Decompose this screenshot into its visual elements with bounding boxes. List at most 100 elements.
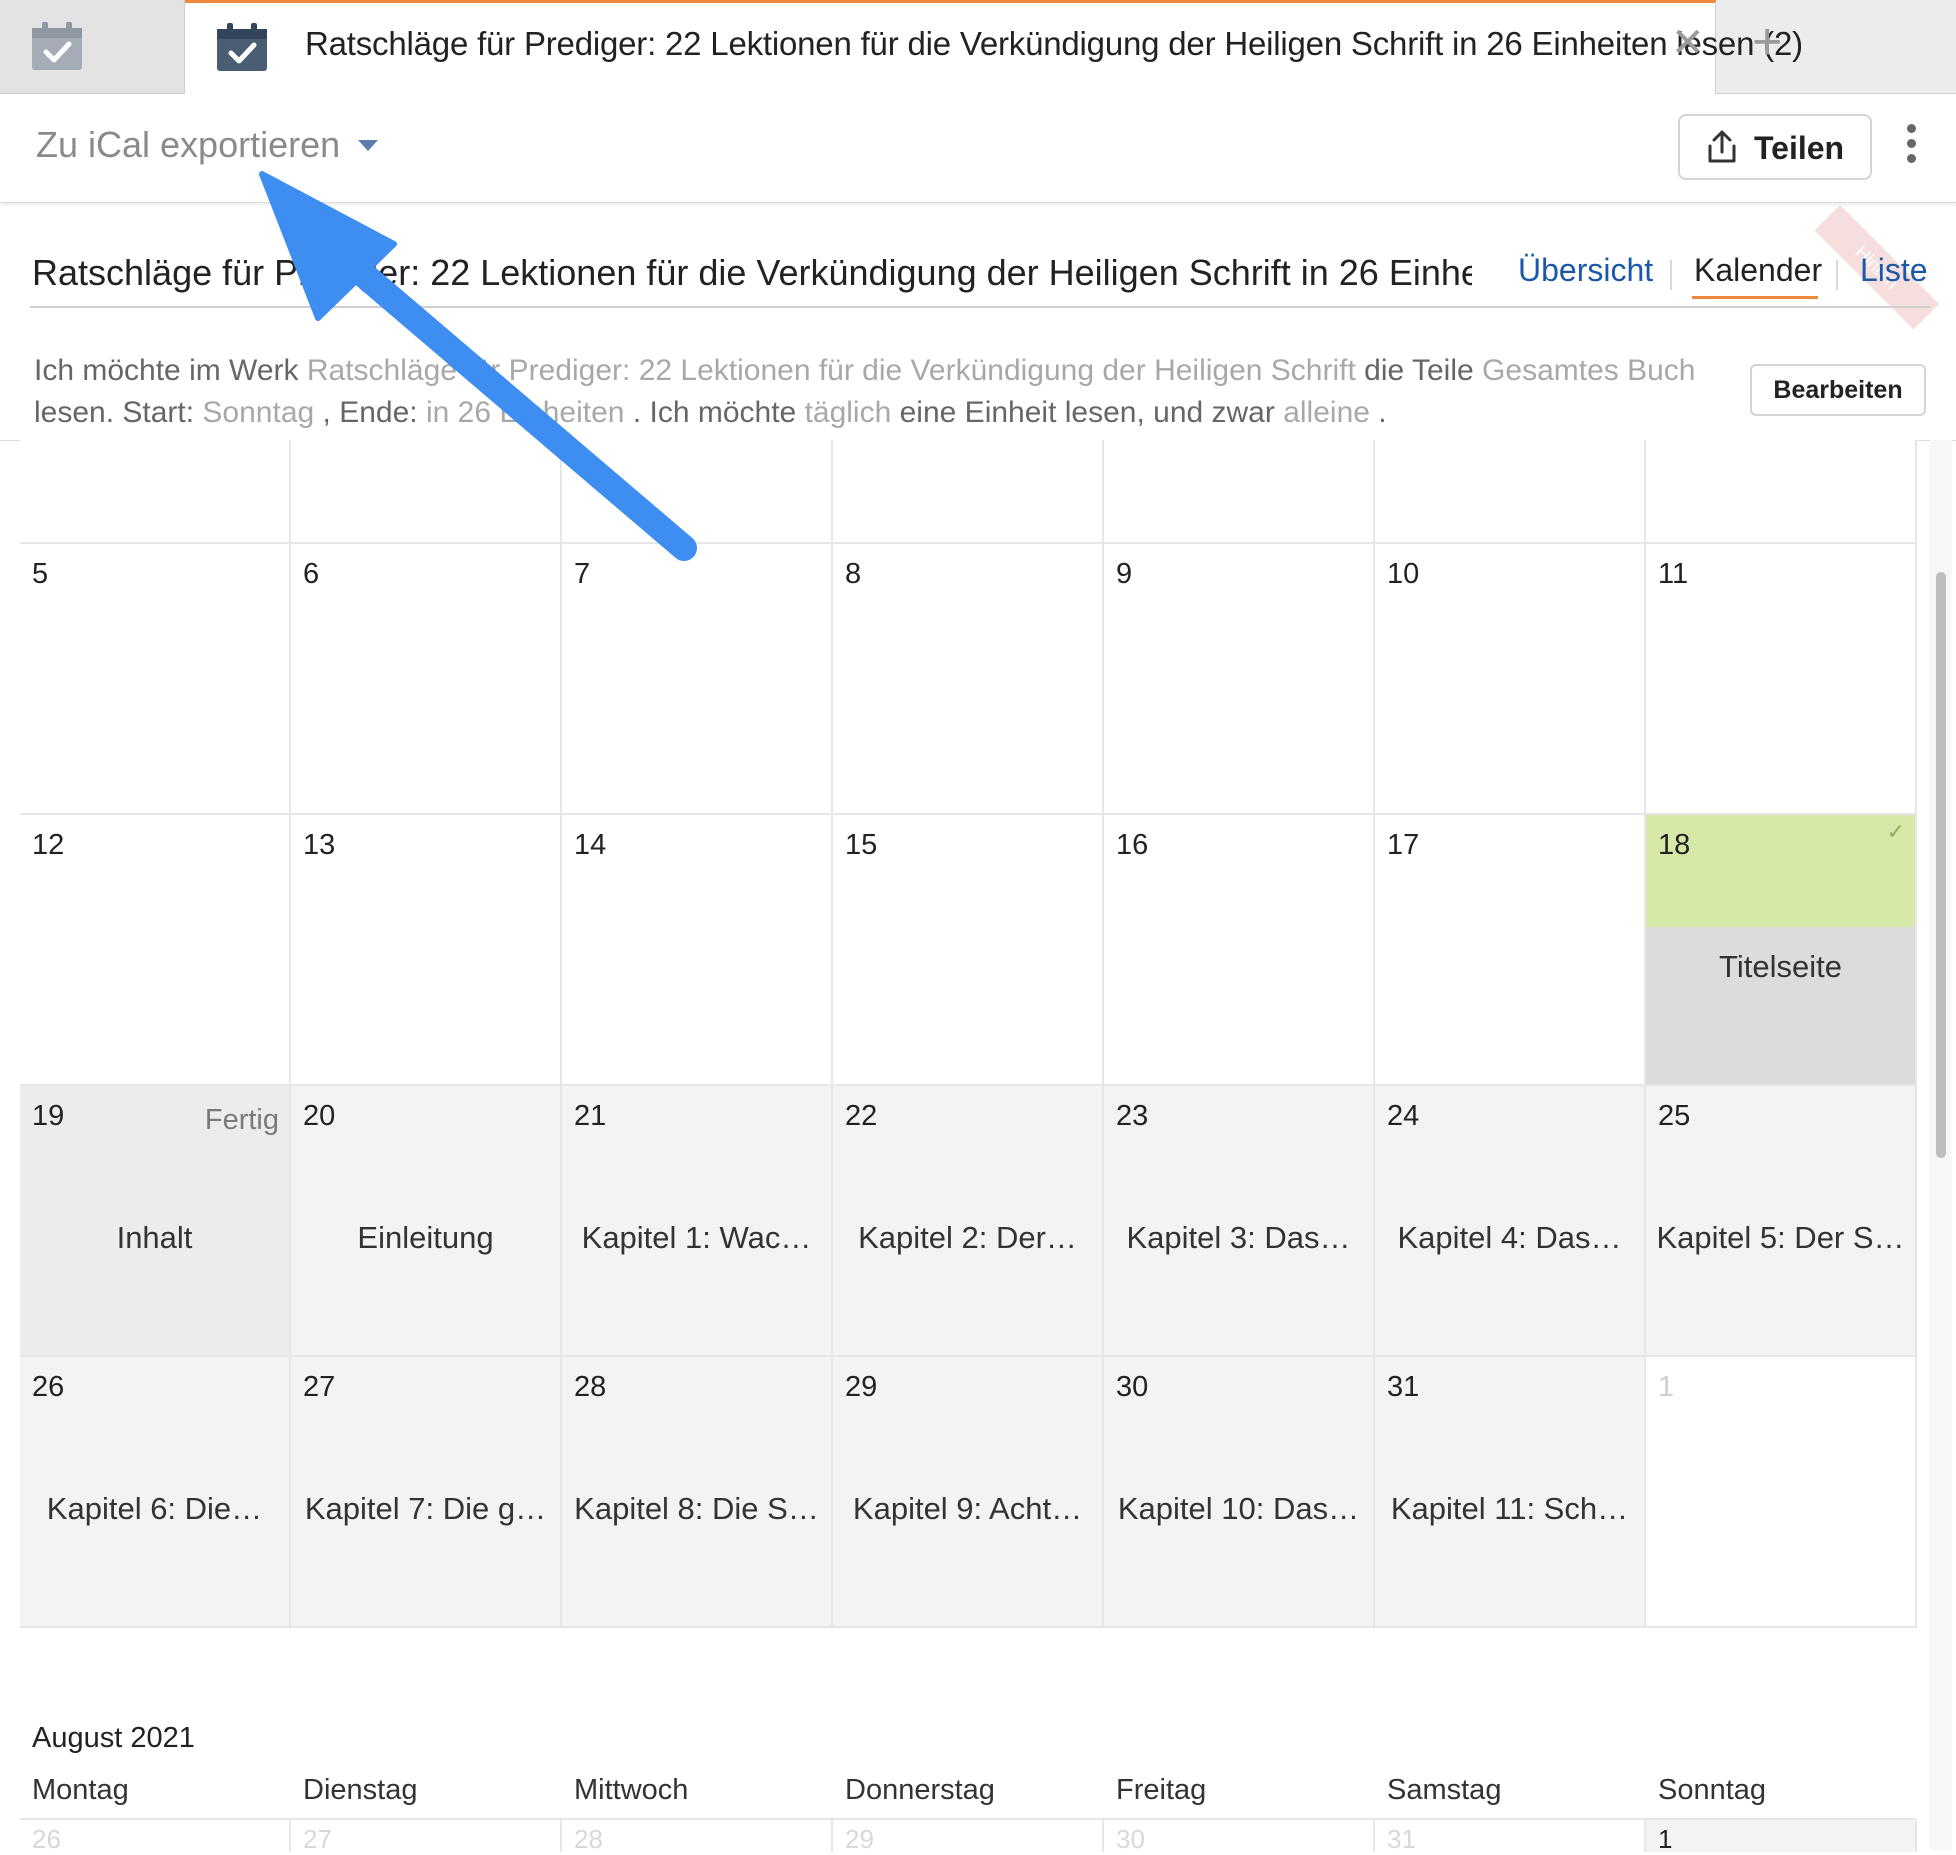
tab-list[interactable]: Liste xyxy=(1860,252,1928,289)
reading-plan-config: Ich möchte im Werk Ratschläge für Predig… xyxy=(34,350,1714,434)
day-number: 12 xyxy=(32,829,65,861)
config-text: eine Einheit lesen, und zwar xyxy=(899,396,1275,429)
day-number: 31 xyxy=(1387,1371,1420,1403)
reading-entry[interactable]: Einleitung xyxy=(291,1220,560,1256)
day-number: 21 xyxy=(574,1100,607,1132)
calendar-day[interactable]: 31 Kapitel 11: Sch… xyxy=(1375,1357,1646,1628)
config-text: . Ich möchte xyxy=(632,396,797,429)
month-label: August 2021 xyxy=(32,1722,195,1754)
config-text: . xyxy=(1378,396,1387,429)
reading-entry[interactable]: Kapitel 9: Acht… xyxy=(833,1491,1102,1527)
calendar-day[interactable] xyxy=(20,440,291,544)
config-work-value: Ratschläge für Prediger: 22 Lektionen fü… xyxy=(306,354,1356,387)
day-number: 9 xyxy=(1116,558,1133,590)
day-number: 25 xyxy=(1658,1100,1691,1132)
calendar-check-icon xyxy=(217,23,267,71)
reading-entry[interactable]: Kapitel 6: Die… xyxy=(20,1491,289,1527)
calendar-day[interactable]: 15 xyxy=(833,815,1104,1086)
reading-entry[interactable]: Kapitel 11: Sch… xyxy=(1375,1491,1644,1527)
calendar-day[interactable]: 1 xyxy=(1646,1820,1917,1854)
toolbar: Zu iCal exportieren Teilen xyxy=(0,94,1956,203)
share-button[interactable]: Teilen xyxy=(1678,114,1872,180)
calendar-day[interactable]: 28 xyxy=(562,1820,833,1854)
day-number: 24 xyxy=(1387,1100,1420,1132)
chevron-down-icon[interactable] xyxy=(358,140,378,151)
edit-button[interactable]: Bearbeiten xyxy=(1750,364,1926,416)
reading-entry[interactable]: Kapitel 1: Wac… xyxy=(562,1220,831,1256)
tab-title: Ratschläge für Prediger: 22 Lektionen fü… xyxy=(305,25,1803,62)
calendar-day[interactable]: 31 xyxy=(1375,1820,1646,1854)
calendar-day[interactable]: 5 xyxy=(20,544,291,815)
calendar-day[interactable] xyxy=(291,440,562,544)
tab-calendar[interactable]: Kalender xyxy=(1694,252,1822,289)
calendar-day[interactable] xyxy=(1104,440,1375,544)
calendar-day[interactable]: 30 Kapitel 10: Das… xyxy=(1104,1357,1375,1628)
calendar-day[interactable]: 23 Kapitel 3: Das… xyxy=(1104,1086,1375,1357)
reading-entry[interactable]: Titelseite xyxy=(1646,949,1915,985)
calendar-day[interactable]: 20 Einleitung xyxy=(291,1086,562,1357)
calendar-day[interactable]: 11 xyxy=(1646,544,1917,815)
reading-entry[interactable]: Kapitel 10: Das… xyxy=(1104,1491,1373,1527)
calendar-day[interactable]: 27 xyxy=(291,1820,562,1854)
weekday-label: Mittwoch xyxy=(574,1774,689,1806)
checkmark-icon[interactable]: ✓ xyxy=(1887,819,1905,845)
calendar-day[interactable]: 1 xyxy=(1646,1357,1917,1628)
reading-entry[interactable]: Kapitel 2: Der… xyxy=(833,1220,1102,1256)
share-upload-icon xyxy=(1708,130,1736,163)
calendar-day[interactable]: 28 Kapitel 8: Die S… xyxy=(562,1357,833,1628)
day-number: 17 xyxy=(1387,829,1420,861)
reading-entry[interactable]: Kapitel 3: Das… xyxy=(1104,1220,1373,1256)
calendar-day[interactable]: 24 Kapitel 4: Das… xyxy=(1375,1086,1646,1357)
calendar-day[interactable]: 6 xyxy=(291,544,562,815)
calendar-day[interactable]: 19 Fertig Inhalt xyxy=(20,1086,291,1357)
day-number: 6 xyxy=(303,558,320,590)
reading-entry[interactable]: Kapitel 7: Die g… xyxy=(291,1491,560,1527)
tab-divider xyxy=(1836,260,1838,290)
tab-overview[interactable]: Übersicht xyxy=(1518,252,1653,289)
reading-entry[interactable]: Inhalt xyxy=(20,1220,289,1256)
calendar-week-row: 26 27 28 29 30 31 1 xyxy=(20,1818,1917,1854)
reading-entry[interactable]: Kapitel 5: Der S… xyxy=(1646,1220,1915,1256)
weekday-label: Donnerstag xyxy=(845,1774,995,1806)
tab-active[interactable]: Ratschläge für Prediger: 22 Lektionen fü… xyxy=(185,0,1803,94)
day-number: 10 xyxy=(1387,558,1420,590)
reading-entry[interactable]: Kapitel 8: Die S… xyxy=(562,1491,831,1527)
calendar-day[interactable]: 17 xyxy=(1375,815,1646,1086)
calendar-day[interactable]: 25 Kapitel 5: Der S… xyxy=(1646,1086,1917,1357)
tab-inactive[interactable] xyxy=(0,0,185,93)
calendar-day[interactable]: 9 xyxy=(1104,544,1375,815)
reading-entry[interactable]: Kapitel 4: Das… xyxy=(1375,1220,1644,1256)
calendar-day[interactable]: 27 Kapitel 7: Die g… xyxy=(291,1357,562,1628)
day-number: 14 xyxy=(574,829,607,861)
calendar-day[interactable]: 22 Kapitel 2: Der… xyxy=(833,1086,1104,1357)
calendar-day[interactable]: 7 xyxy=(562,544,833,815)
day-number: 30 xyxy=(1116,1371,1149,1403)
status-badge: Fertig xyxy=(204,1104,279,1136)
scrollbar-thumb[interactable] xyxy=(1936,572,1946,1158)
calendar-day[interactable]: 13 xyxy=(291,815,562,1086)
add-tab-icon[interactable]: + xyxy=(1752,16,1782,68)
calendar-day[interactable]: 21 Kapitel 1: Wac… xyxy=(562,1086,833,1357)
calendar-day[interactable]: 26 xyxy=(20,1820,291,1854)
calendar-day[interactable] xyxy=(562,440,833,544)
calendar-day[interactable]: 14 xyxy=(562,815,833,1086)
weekday-label: Dienstag xyxy=(303,1774,418,1806)
calendar-day[interactable] xyxy=(833,440,1104,544)
day-number: 19 xyxy=(32,1100,65,1132)
calendar-day[interactable]: 30 xyxy=(1104,1820,1375,1854)
calendar-day[interactable] xyxy=(1646,440,1917,544)
calendar-day[interactable]: 8 xyxy=(833,544,1104,815)
calendar-day[interactable]: ✓ 18 Titelseite xyxy=(1646,815,1917,1086)
calendar-day[interactable]: 16 xyxy=(1104,815,1375,1086)
export-ical-dropdown[interactable]: Zu iCal exportieren xyxy=(36,124,340,166)
close-icon[interactable]: ✕ xyxy=(1671,23,1705,63)
day-number: 26 xyxy=(32,1371,65,1403)
calendar-day[interactable]: 29 Kapitel 9: Acht… xyxy=(833,1357,1104,1628)
calendar-day[interactable]: 29 xyxy=(833,1820,1104,1854)
calendar-day[interactable]: 10 xyxy=(1375,544,1646,815)
calendar-day[interactable]: 12 xyxy=(20,815,291,1086)
day-number: 23 xyxy=(1116,1100,1149,1132)
more-vertical-icon[interactable] xyxy=(1906,124,1918,168)
calendar-day[interactable] xyxy=(1375,440,1646,544)
calendar-day[interactable]: 26 Kapitel 6: Die… xyxy=(20,1357,291,1628)
